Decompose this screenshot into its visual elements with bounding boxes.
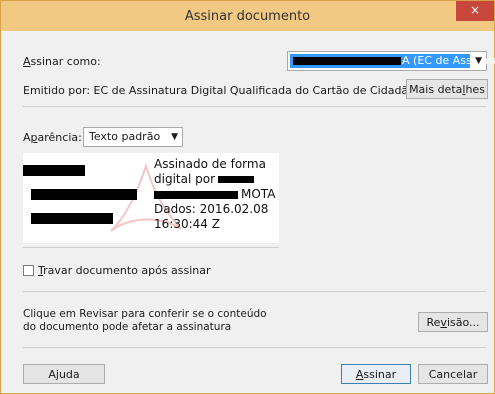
review-label: Re [426,316,441,329]
review-button[interactable]: Revisão... [418,312,488,332]
preview-line-3: MOTA [154,187,275,202]
sign-as-select[interactable]: A (EC de Assinatur ▼ [287,51,495,71]
preview-line: 16:30:44 Z [154,217,220,231]
selected-highlight: A (EC de Assinatur [290,54,495,68]
redacted-inline [218,176,255,183]
preview-line-2: digital por [154,172,275,187]
help-button[interactable]: Ajuda [23,364,105,384]
redacted-inline-2 [154,190,238,199]
more-details-label: Mais deta [409,83,463,96]
lock-doc-rest: ravar documento após assinar [43,264,211,277]
sign-document-dialog: Assinar documento × Assinar como: A (EC … [0,0,495,394]
preview-line: Assinado de forma [154,157,266,171]
review-info-line1: Clique em Revisar para conferir se o con… [23,308,267,320]
preview-divider [23,247,279,248]
redacted-name-line2 [31,189,137,200]
divider [23,106,486,107]
appearance-select[interactable]: Texto padrão ▼ [83,127,183,147]
cancel-button[interactable]: Cancelar [418,364,488,384]
chevron-down-icon: ▼ [475,56,482,66]
more-details-label-end: hes [465,83,485,96]
chevron-down-icon: ▼ [171,132,178,142]
review-info-text: Clique em Revisar para conferir se o con… [23,308,267,334]
lock-document-label[interactable]: Travar documento após assinar [38,264,211,277]
appearance-accel: p [30,131,38,144]
sign-label: ssinar [363,368,397,381]
appearance-value: Texto padrão [89,130,161,143]
title-bar: Assinar documento × [1,1,494,31]
signature-preview: Assinado de forma digital por MOTA Dados… [23,153,279,243]
appearance-label: Aparência: [23,131,82,144]
redacted-name-line1 [23,165,85,176]
close-icon[interactable]: × [456,1,494,21]
issued-by-text: Emitido por: EC de Assinatura Digital Qu… [23,84,447,97]
preview-line-text: MOTA [241,187,276,201]
redacted-name-line3 [31,213,113,224]
signature-text: Assinado de forma digital por MOTA Dados… [154,157,275,232]
dialog-title: Assinar documento [184,9,311,24]
sign-button[interactable]: Assinar [341,364,411,384]
preview-line-text: digital por [154,172,216,186]
appearance-label-start: A [23,131,31,144]
appearance-label-end: arência: [37,131,82,144]
divider [23,291,486,292]
review-label-end: isão... [446,316,480,329]
divider [23,347,486,348]
sign-as-label: Assinar como: [23,55,101,68]
preview-line: Dados: 2016.02.08 [154,202,269,216]
sign-as-accel: A [23,55,31,68]
lock-document-checkbox[interactable] [23,265,34,276]
redacted-name [293,57,401,65]
more-details-button[interactable]: Mais detalhes [406,79,488,99]
review-info-line2: do documento pode afetar a assinatura [23,321,232,333]
sign-as-label-rest: ssinar como: [30,55,101,68]
